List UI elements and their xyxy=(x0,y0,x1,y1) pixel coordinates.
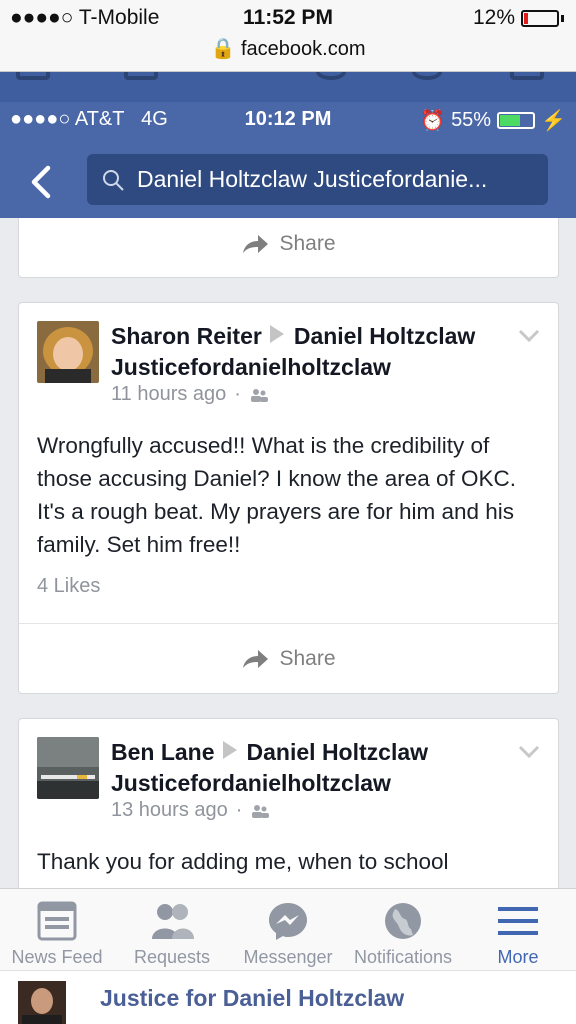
tab-label: News Feed xyxy=(11,947,103,967)
target-page[interactable]: Daniel Holtzclaw xyxy=(294,323,475,349)
tab-news-feed[interactable]: News Feed xyxy=(0,889,114,971)
tab-messenger[interactable]: Messenger xyxy=(230,889,346,971)
share-label: Share xyxy=(279,232,336,255)
share-button[interactable]: Share xyxy=(19,218,558,279)
post-header: Sharon Reiter Daniel Holtzclaw Justicefor… xyxy=(111,321,511,383)
page-avatar xyxy=(18,981,66,1024)
author-name[interactable]: Ben Lane xyxy=(111,739,215,765)
news-feed-icon xyxy=(37,901,77,941)
lock-icon: 🔒 xyxy=(210,38,236,60)
address-bar[interactable]: 🔒 facebook.com xyxy=(0,36,576,61)
globe-icon xyxy=(385,903,421,939)
facebook-header: ●●●●○ AT&T 4G 10:12 PM ⏰ 55% ⚡ Daniel Ho… xyxy=(0,72,576,218)
search-query: Daniel Holtzclaw Justicefordanie... xyxy=(137,166,488,192)
tab-requests[interactable]: Requests xyxy=(114,889,230,971)
search-icon xyxy=(103,169,124,191)
avatar[interactable] xyxy=(37,737,99,799)
device-status-row: ●●●●○ T-Mobile 11:52 PM 12% xyxy=(0,6,576,32)
menu-icon xyxy=(498,907,538,935)
battery-indicator: 12% xyxy=(473,6,564,30)
friends-audience-icon xyxy=(252,804,270,818)
target-page[interactable]: Daniel Holtzclaw xyxy=(247,739,428,765)
target-page-line2[interactable]: Justicefordanielholtzclaw xyxy=(111,354,391,380)
battery-percent: 12% xyxy=(472,6,515,29)
charging-icon: ⚡ xyxy=(541,110,566,132)
share-button[interactable]: Share xyxy=(19,624,558,694)
like-count[interactable]: 4 Likes xyxy=(37,575,100,598)
post-text: Thank you for adding me, when to school xyxy=(37,849,449,874)
friends-audience-icon xyxy=(250,388,268,402)
share-label: Share xyxy=(279,647,336,670)
tab-label: Messenger xyxy=(243,947,333,967)
avatar[interactable] xyxy=(37,321,99,383)
post-card: Sharon Reiter Daniel Holtzclaw Justicefor… xyxy=(18,302,559,694)
chevron-down-icon[interactable] xyxy=(518,745,540,759)
post-header: Ben Lane Daniel Holtzclaw Justicefordanie… xyxy=(111,737,511,799)
browser-status-bar: ●●●●○ T-Mobile 11:52 PM 12% 🔒 facebook.c… xyxy=(0,0,576,72)
friend-requests-icon xyxy=(152,904,194,939)
chevron-down-icon[interactable] xyxy=(518,329,540,343)
page-banner[interactable]: Justice for Daniel Holtzclaw xyxy=(0,970,576,1024)
tab-label: Notifications xyxy=(353,947,453,967)
alarm-icon: ⏰ xyxy=(420,110,446,132)
news-feed[interactable]: Share Sharon Reiter Daniel Holtzclaw Just… xyxy=(0,218,576,888)
triangle-right-icon xyxy=(269,325,284,343)
tab-label: Requests xyxy=(133,947,211,967)
url-text: facebook.com xyxy=(240,38,366,60)
post-timestamp: 11 hours ago · xyxy=(111,383,269,406)
back-button[interactable] xyxy=(22,162,62,202)
target-page-line2[interactable]: Justicefordanielholtzclaw xyxy=(111,770,391,796)
messenger-icon xyxy=(269,903,307,940)
bottom-tab-bar: News Feed Requests Messenger Notificatio… xyxy=(0,888,576,970)
search-input[interactable]: Daniel Holtzclaw Justicefordanie... xyxy=(87,154,548,205)
previous-post-card: Share xyxy=(18,218,559,278)
page-name[interactable]: Justice for Daniel Holtzclaw xyxy=(100,985,404,1012)
tab-label: More xyxy=(497,947,539,967)
tab-notifications[interactable]: Notifications xyxy=(346,889,460,971)
post-timestamp: 13 hours ago · xyxy=(111,799,270,822)
post-text: Wrongfully accused!! What is the credibi… xyxy=(37,433,517,557)
inner-battery: ⏰ 55% ⚡ xyxy=(420,108,566,133)
post-card: Ben Lane Daniel Holtzclaw Justicefordanie… xyxy=(18,718,559,888)
triangle-right-icon xyxy=(222,741,237,759)
battery-icon xyxy=(521,9,559,27)
share-arrow-icon xyxy=(243,235,269,253)
author-name[interactable]: Sharon Reiter xyxy=(111,323,262,349)
chevron-left-icon xyxy=(31,165,51,199)
share-arrow-icon xyxy=(243,650,269,668)
tab-more[interactable]: More xyxy=(460,889,576,971)
inner-battery-percent: 55% xyxy=(451,109,492,131)
cropped-nav-strip xyxy=(0,72,576,102)
inner-battery-icon xyxy=(497,112,536,129)
inner-status-bar: ●●●●○ AT&T 4G 10:12 PM ⏰ 55% ⚡ xyxy=(0,106,576,136)
